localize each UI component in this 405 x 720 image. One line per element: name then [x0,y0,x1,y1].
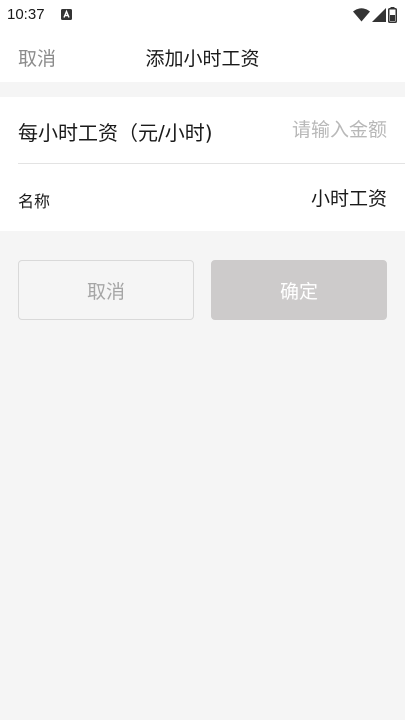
a-notification-icon [61,9,72,20]
confirm-button[interactable]: 确定 [211,260,387,320]
signal-icon [372,8,386,22]
wage-form: 每小时工资（元/小时) 名称 小时工资 [0,97,405,231]
name-value[interactable]: 小时工资 [311,184,387,211]
name-label: 名称 [18,192,51,211]
app-header: 取消 添加小时工资 [0,30,405,82]
page-title: 添加小时工资 [145,48,260,70]
hourly-wage-input[interactable] [217,115,387,145]
status-time: 10:37 [7,6,45,23]
wifi-icon [353,8,370,22]
cancel-button[interactable]: 取消 [18,260,194,320]
hourly-wage-label: 每小时工资（元/小时) [18,121,213,145]
status-bar: 10:37 [0,0,405,30]
status-icons [353,7,397,23]
hourly-wage-row: 每小时工资（元/小时) [0,97,405,164]
battery-icon [388,7,397,23]
name-row[interactable]: 名称 小时工资 [0,164,405,231]
